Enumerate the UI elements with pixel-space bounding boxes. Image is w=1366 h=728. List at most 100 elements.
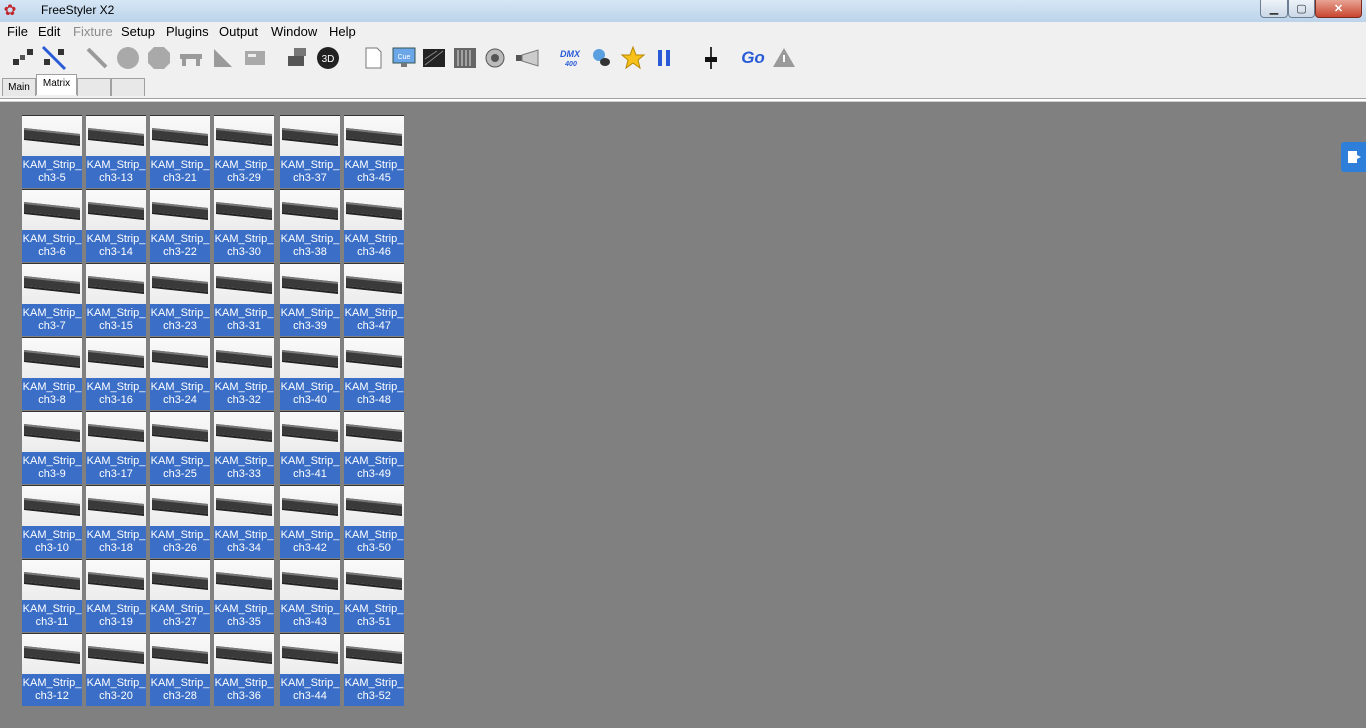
fixture-tile[interactable]: KAM_Strip_ ch3-46 — [344, 189, 404, 262]
maximize-button[interactable]: ▢ — [1288, 0, 1315, 18]
fixture-tile[interactable]: KAM_Strip_ ch3-35 — [214, 559, 274, 632]
tab-main[interactable]: Main — [2, 78, 36, 96]
fixture-tile[interactable]: KAM_Strip_ ch3-41 — [280, 411, 340, 484]
fog-machine-icon[interactable] — [514, 45, 540, 71]
fixture-tile[interactable]: KAM_Strip_ ch3-28 — [150, 633, 210, 706]
fixture-tile[interactable]: KAM_Strip_ ch3-20 — [86, 633, 146, 706]
beam-icon[interactable] — [178, 45, 204, 71]
fixture-tile[interactable]: KAM_Strip_ ch3-36 — [214, 633, 274, 706]
fixture-tile[interactable]: KAM_Strip_ ch3-47 — [344, 263, 404, 336]
fixture-tile[interactable]: KAM_Strip_ ch3-44 — [280, 633, 340, 706]
fixture-channel: ch3-8 — [38, 394, 66, 406]
led-strip-icon — [214, 190, 274, 230]
fixture-tile[interactable]: KAM_Strip_ ch3-6 — [22, 189, 82, 262]
deselect-fixtures-icon[interactable] — [41, 45, 67, 71]
fixture-tile[interactable]: KAM_Strip_ ch3-42 — [280, 485, 340, 558]
fixture-tile[interactable]: KAM_Strip_ ch3-9 — [22, 411, 82, 484]
cue-monitor-icon[interactable]: Cue — [391, 45, 417, 71]
spotlight-icon[interactable] — [589, 45, 615, 71]
fixture-tile[interactable]: KAM_Strip_ ch3-32 — [214, 337, 274, 410]
fixture-name: KAM_Strip_ — [22, 159, 82, 171]
fixture-name: KAM_Strip_ — [150, 677, 210, 689]
fixture-label: KAM_Strip_ ch3-22 — [150, 230, 210, 262]
menu-window[interactable]: Window — [271, 24, 317, 39]
menu-plugins[interactable]: Plugins — [166, 24, 209, 39]
fixture-tile[interactable]: KAM_Strip_ ch3-29 — [214, 115, 274, 188]
faders-icon[interactable] — [452, 45, 478, 71]
tab-matrix[interactable]: Matrix — [36, 74, 77, 95]
fixture-tile[interactable]: KAM_Strip_ ch3-33 — [214, 411, 274, 484]
pause-icon[interactable] — [651, 45, 677, 71]
fixture-tile[interactable]: KAM_Strip_ ch3-25 — [150, 411, 210, 484]
fixture-channel: ch3-49 — [357, 468, 391, 480]
fixture-tile[interactable]: KAM_Strip_ ch3-48 — [344, 337, 404, 410]
menu-fixture[interactable]: Fixture — [73, 24, 113, 39]
fixture-tile[interactable]: KAM_Strip_ ch3-49 — [344, 411, 404, 484]
master-fader-icon[interactable] — [698, 45, 724, 71]
fixture-tile[interactable]: KAM_Strip_ ch3-38 — [280, 189, 340, 262]
fixture-tile[interactable]: KAM_Strip_ ch3-40 — [280, 337, 340, 410]
dimmer-icon[interactable] — [210, 45, 236, 71]
minimize-button[interactable]: ▁ — [1260, 0, 1288, 18]
fixture-tile[interactable]: KAM_Strip_ ch3-27 — [150, 559, 210, 632]
menu-output[interactable]: Output — [219, 24, 258, 39]
fixture-label: KAM_Strip_ ch3-16 — [86, 378, 146, 410]
fixture-tile[interactable]: KAM_Strip_ ch3-24 — [150, 337, 210, 410]
fixture-label: KAM_Strip_ ch3-44 — [280, 674, 340, 706]
fixture-tile[interactable]: KAM_Strip_ ch3-50 — [344, 485, 404, 558]
3d-view-icon[interactable]: 3D — [315, 45, 341, 71]
new-document-icon[interactable] — [360, 45, 386, 71]
fixture-tile[interactable]: KAM_Strip_ ch3-52 — [344, 633, 404, 706]
go-button[interactable]: Go — [738, 45, 768, 71]
dmx-400-icon[interactable]: DMX 400 — [557, 45, 583, 71]
sound-icon[interactable] — [483, 45, 509, 71]
menu-edit[interactable]: Edit — [38, 24, 60, 39]
fixture-tile[interactable]: KAM_Strip_ ch3-8 — [22, 337, 82, 410]
fixture-tile[interactable]: KAM_Strip_ ch3-30 — [214, 189, 274, 262]
fixture-tile[interactable]: KAM_Strip_ ch3-5 — [22, 115, 82, 188]
fixture-name: KAM_Strip_ — [86, 677, 146, 689]
fixture-label: KAM_Strip_ ch3-28 — [150, 674, 210, 706]
tab-empty-2[interactable] — [111, 78, 145, 96]
blackout-warning-icon[interactable] — [771, 45, 797, 71]
fixture-tile[interactable]: KAM_Strip_ ch3-13 — [86, 115, 146, 188]
tab-empty-1[interactable] — [77, 78, 111, 96]
menu-file[interactable]: File — [7, 24, 28, 39]
menu-setup[interactable]: Setup — [121, 24, 155, 39]
fixture-tile[interactable]: KAM_Strip_ ch3-22 — [150, 189, 210, 262]
pan-tilt-icon[interactable] — [84, 45, 110, 71]
fixture-tile[interactable]: KAM_Strip_ ch3-10 — [22, 485, 82, 558]
fixture-tile[interactable]: KAM_Strip_ ch3-45 — [344, 115, 404, 188]
fixture-tile[interactable]: KAM_Strip_ ch3-43 — [280, 559, 340, 632]
fixture-tile[interactable]: KAM_Strip_ ch3-18 — [86, 485, 146, 558]
fixture-label: KAM_Strip_ ch3-23 — [150, 304, 210, 336]
fixture-tile[interactable]: KAM_Strip_ ch3-34 — [214, 485, 274, 558]
fixture-tile[interactable]: KAM_Strip_ ch3-37 — [280, 115, 340, 188]
menu-help[interactable]: Help — [329, 24, 356, 39]
keyboard-icon[interactable] — [421, 45, 447, 71]
fixture-tile[interactable]: KAM_Strip_ ch3-23 — [150, 263, 210, 336]
fixture-tile[interactable]: KAM_Strip_ ch3-21 — [150, 115, 210, 188]
dock-panel-tab[interactable] — [1341, 142, 1366, 172]
group-icon[interactable] — [284, 45, 310, 71]
fixture-tile[interactable]: KAM_Strip_ ch3-7 — [22, 263, 82, 336]
fixture-tile[interactable]: KAM_Strip_ ch3-39 — [280, 263, 340, 336]
fixture-tile[interactable]: KAM_Strip_ ch3-26 — [150, 485, 210, 558]
close-button[interactable]: ✕ — [1315, 0, 1362, 18]
select-fixtures-icon[interactable] — [10, 45, 36, 71]
fixture-tile[interactable]: KAM_Strip_ ch3-15 — [86, 263, 146, 336]
fixture-tile[interactable]: KAM_Strip_ ch3-31 — [214, 263, 274, 336]
fixture-name: KAM_Strip_ — [22, 381, 82, 393]
fixture-properties-icon[interactable] — [242, 45, 268, 71]
gobo-wheel-icon[interactable] — [146, 45, 172, 71]
fixture-channel: ch3-10 — [35, 542, 69, 554]
fixture-tile[interactable]: KAM_Strip_ ch3-19 — [86, 559, 146, 632]
color-wheel-icon[interactable] — [115, 45, 141, 71]
fixture-tile[interactable]: KAM_Strip_ ch3-51 — [344, 559, 404, 632]
fixture-tile[interactable]: KAM_Strip_ ch3-17 — [86, 411, 146, 484]
fixture-tile[interactable]: KAM_Strip_ ch3-14 — [86, 189, 146, 262]
fixture-tile[interactable]: KAM_Strip_ ch3-11 — [22, 559, 82, 632]
fixture-tile[interactable]: KAM_Strip_ ch3-16 — [86, 337, 146, 410]
fixture-tile[interactable]: KAM_Strip_ ch3-12 — [22, 633, 82, 706]
favorites-star-icon[interactable] — [620, 45, 646, 71]
